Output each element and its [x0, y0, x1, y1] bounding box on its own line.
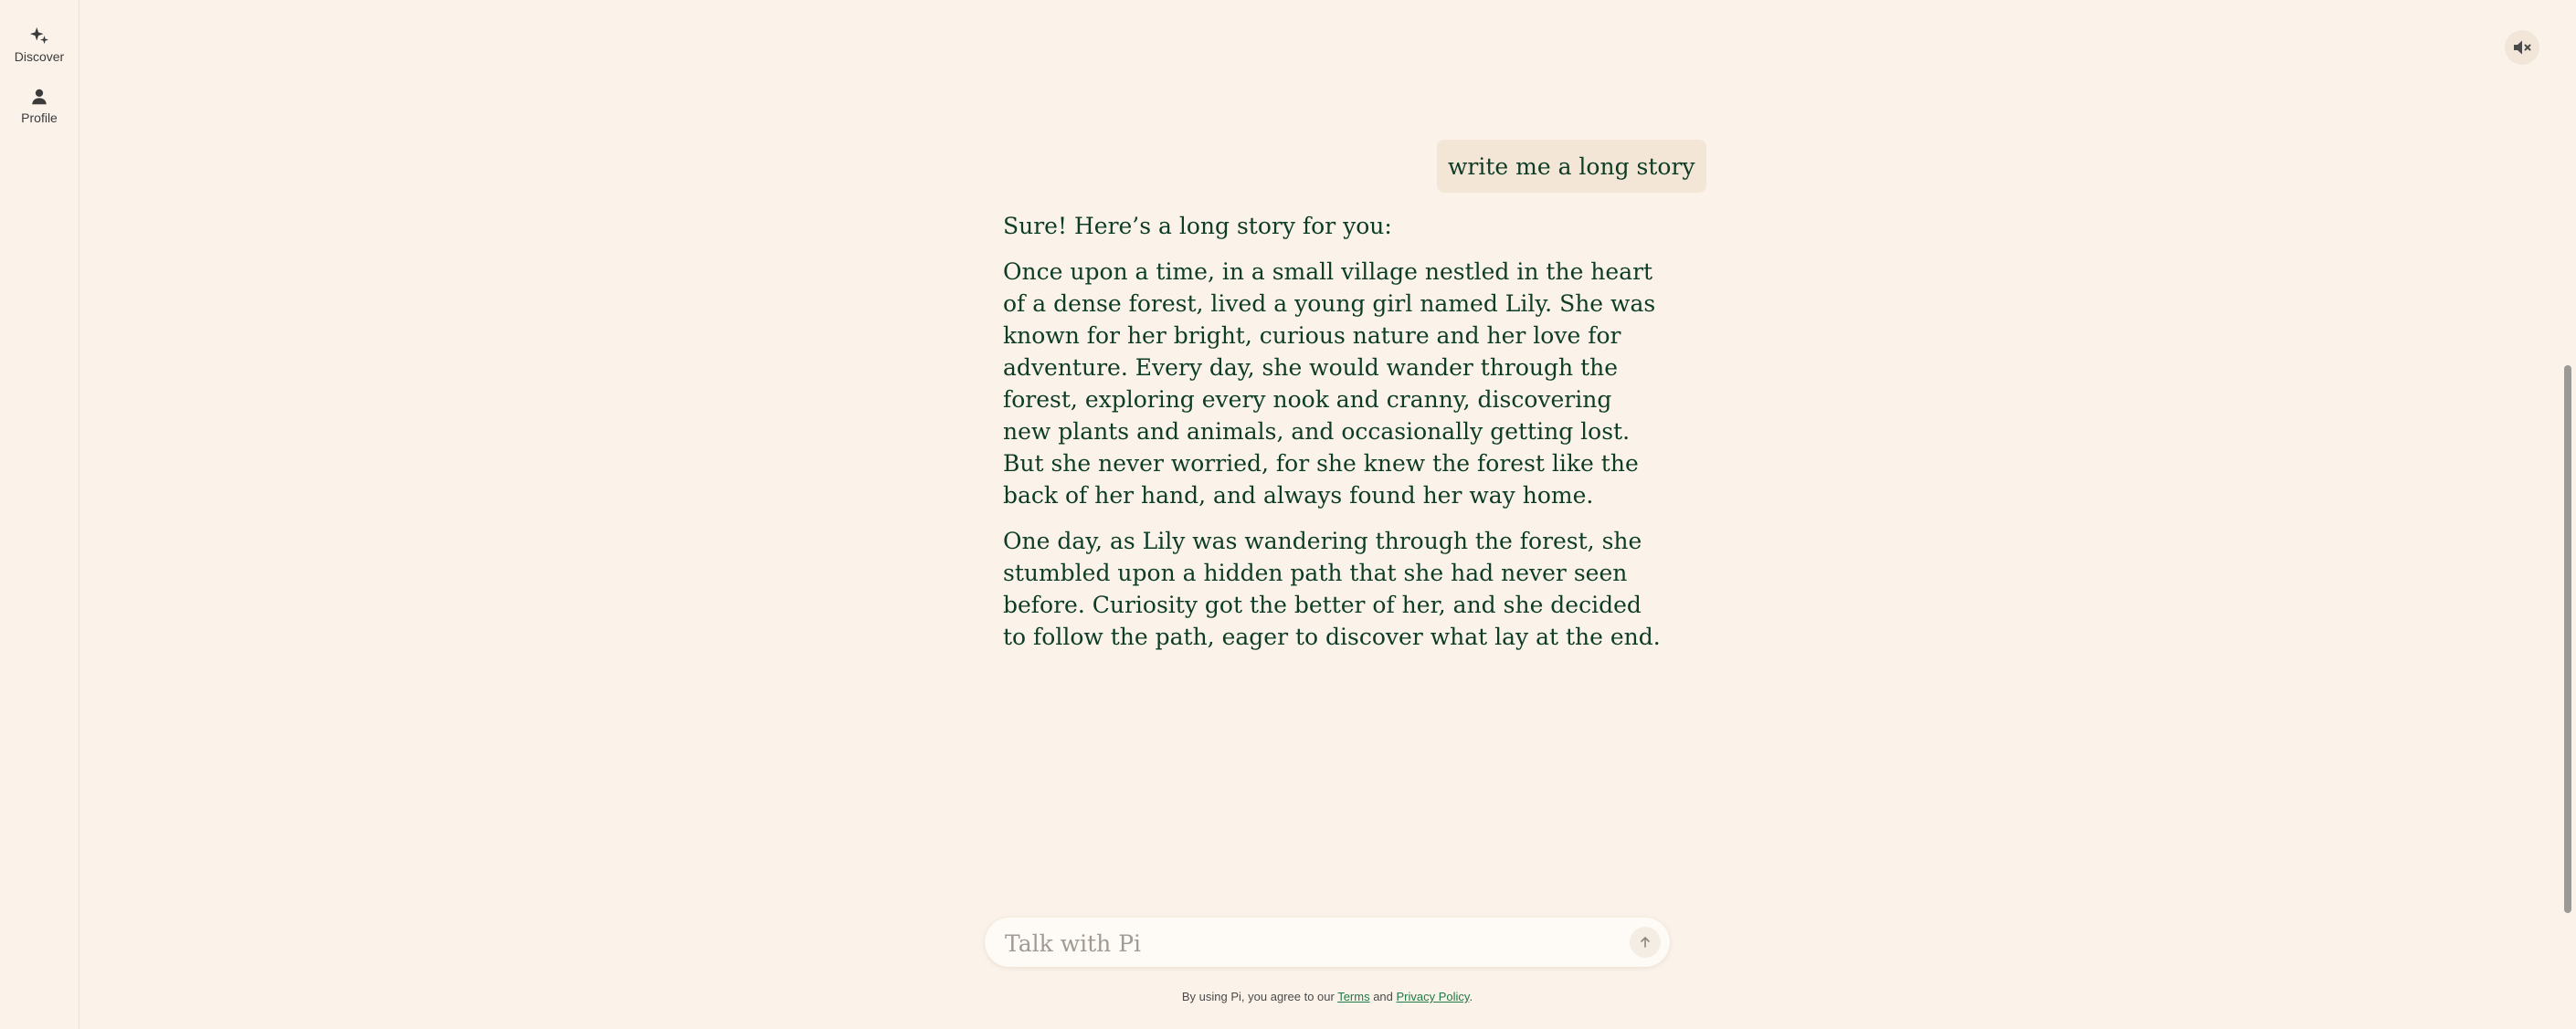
sidebar-item-label: Discover — [14, 49, 65, 64]
response-paragraph: Sure! Here’s a long story for you: — [1003, 213, 1392, 239]
footer-and: and — [1369, 990, 1397, 1003]
footer-prefix: By using Pi, you agree to our — [1181, 990, 1338, 1003]
user-message-text: write me a long story — [1448, 152, 1695, 180]
terms-footer: By using Pi, you agree to our Terms and … — [985, 990, 1670, 1003]
mute-button[interactable] — [2505, 30, 2539, 65]
sidebar-item-label: Profile — [21, 110, 58, 125]
sparkle-icon — [29, 26, 49, 45]
response-paragraph: Once upon a time, in a small village nes… — [1003, 258, 1656, 509]
send-button[interactable] — [1630, 927, 1661, 958]
response-paragraph: One day, as Lily was wandering through t… — [1003, 528, 1661, 650]
person-icon — [32, 89, 47, 105]
privacy-policy-link[interactable]: Privacy Policy — [1397, 990, 1470, 1003]
message-input[interactable] — [1003, 918, 1591, 969]
speaker-muted-icon — [2514, 40, 2531, 55]
composer — [985, 918, 1670, 969]
arrow-up-icon — [1641, 937, 1650, 948]
sidebar-item-discover[interactable]: Discover — [0, 26, 79, 64]
sidebar: Discover Profile — [0, 0, 79, 1029]
terms-link[interactable]: Terms — [1337, 990, 1369, 1003]
user-message-bubble: write me a long story — [1437, 140, 1706, 193]
scrollbar-thumb[interactable] — [2564, 365, 2571, 913]
sidebar-item-profile[interactable]: Profile — [0, 87, 79, 125]
footer-suffix: . — [1469, 990, 1473, 1003]
assistant-response: Sure! Here’s a long story for you: Once … — [1003, 210, 1661, 667]
